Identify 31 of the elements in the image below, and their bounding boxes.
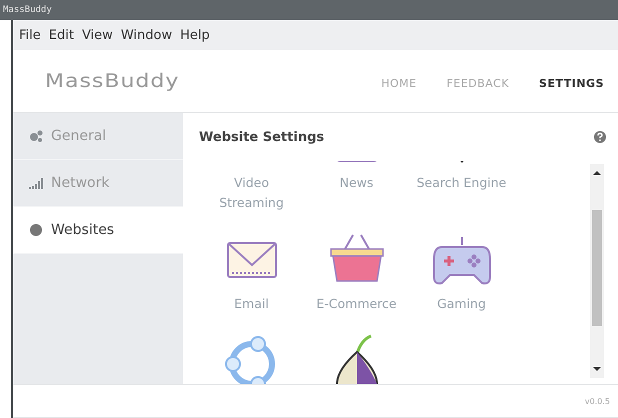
scroll-up-icon[interactable]	[593, 170, 601, 176]
menu-item[interactable]: File	[19, 28, 41, 42]
website-tile[interactable]: Search Engine	[409, 161, 514, 213]
menu-item[interactable]: Window	[120, 28, 172, 42]
menu-item[interactable]: View	[82, 28, 113, 42]
signal-icon	[29, 176, 43, 190]
website-tile[interactable]: News	[304, 161, 409, 213]
sidebar-item[interactable]: Websites	[13, 207, 183, 254]
menu-item[interactable]: Help	[180, 28, 210, 42]
scroll-thumb[interactable]	[592, 210, 602, 326]
share-icon	[224, 336, 274, 384]
scroll-down-icon[interactable]	[593, 366, 601, 372]
scrollbar[interactable]	[590, 164, 604, 378]
gamepad-icon	[432, 237, 490, 284]
website-tile[interactable]: Gaming	[409, 233, 514, 314]
nav-link[interactable]: FEEDBACK	[446, 76, 510, 90]
onion-icon	[336, 334, 378, 384]
nav-link[interactable]: SETTINGS	[539, 76, 604, 90]
version-label: v0.0.5	[584, 396, 610, 406]
window-title: MassBuddy	[3, 5, 52, 15]
website-tile[interactable]: Email	[199, 233, 304, 314]
nav-link[interactable]: HOME	[381, 76, 417, 90]
help-icon[interactable]	[594, 131, 606, 143]
sidebar-item[interactable]: General	[13, 113, 183, 160]
menu-item[interactable]: Edit	[48, 28, 74, 42]
basket-icon	[330, 234, 384, 282]
logo: MassBuddy	[45, 70, 180, 92]
envelope-icon	[226, 242, 276, 278]
panel-title: Website Settings	[199, 130, 324, 144]
website-tile[interactable]: E-Commerce	[304, 233, 409, 314]
website-tile[interactable]: Video Streaming	[199, 161, 304, 213]
